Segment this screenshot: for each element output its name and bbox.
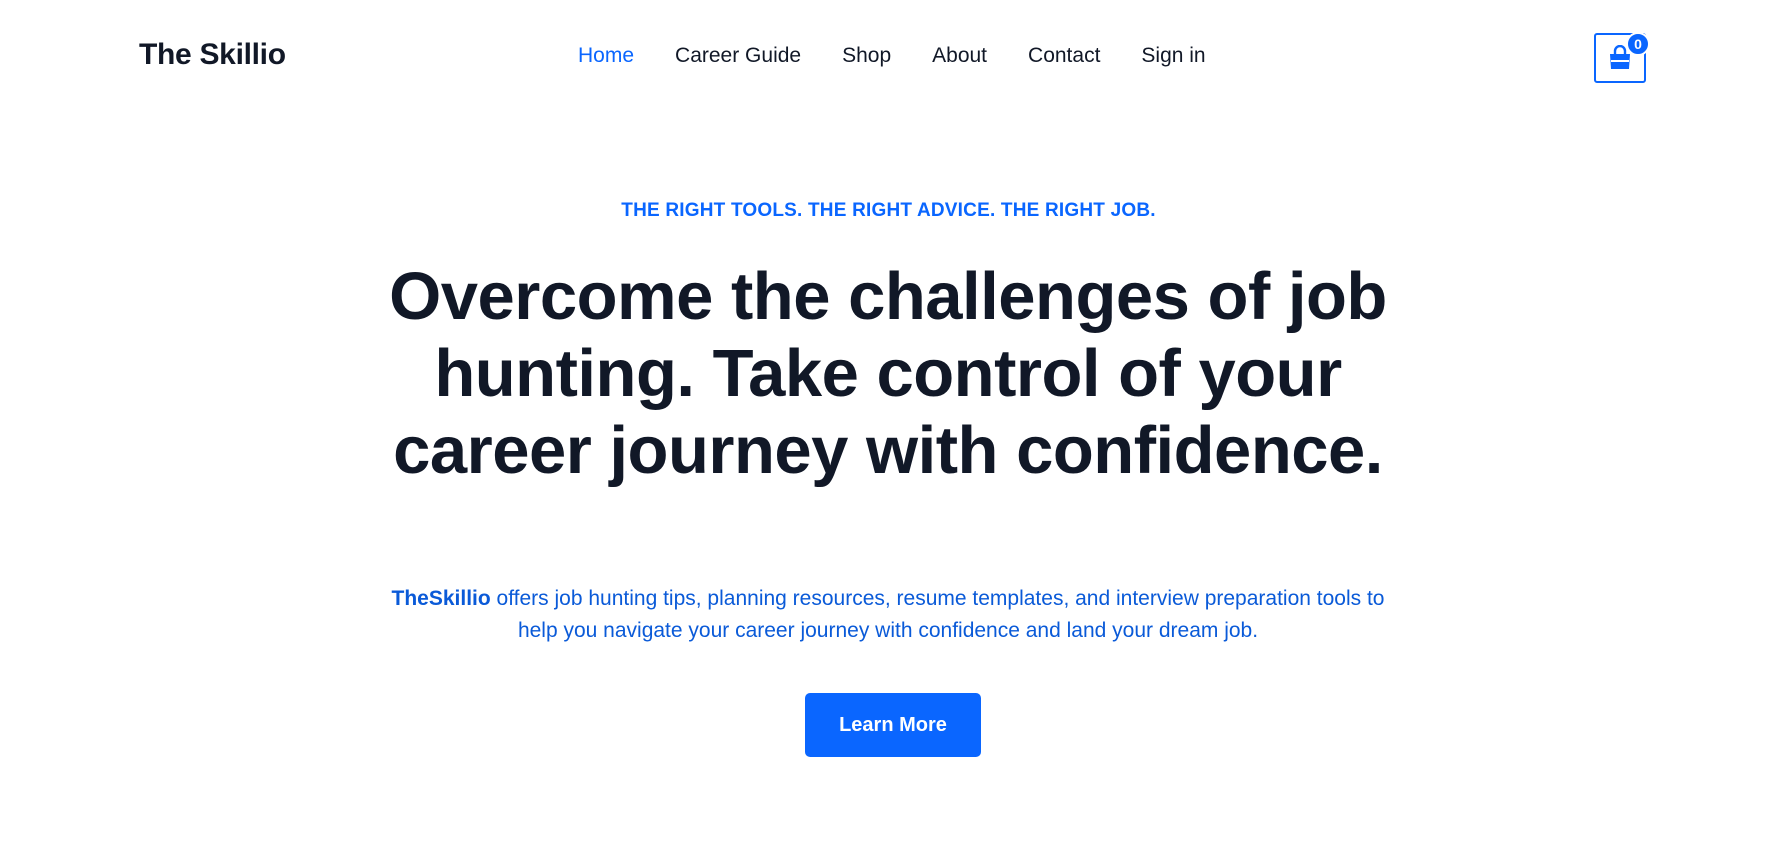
description-brand: TheSkillio bbox=[391, 587, 491, 610]
hero-eyebrow: THE RIGHT TOOLS. THE RIGHT ADVICE. THE R… bbox=[621, 200, 1156, 221]
site-logo[interactable]: The Skillio bbox=[139, 38, 286, 72]
nav-item-career-guide[interactable]: Career Guide bbox=[675, 44, 801, 68]
nav-item-shop[interactable]: Shop bbox=[842, 44, 891, 68]
page: The Skillio Home Career Guide Shop About… bbox=[0, 0, 1777, 848]
description-text: offers job hunting tips, planning resour… bbox=[490, 587, 1385, 642]
cart-button[interactable]: 0 bbox=[1594, 32, 1650, 83]
cart-count-badge: 0 bbox=[1626, 32, 1650, 56]
nav-item-sign-in[interactable]: Sign in bbox=[1141, 44, 1205, 68]
nav-item-contact[interactable]: Contact bbox=[1028, 44, 1100, 68]
hero-headline: Overcome the challenges of job hunting. … bbox=[389, 259, 1387, 488]
nav-item-about[interactable]: About bbox=[932, 44, 987, 68]
learn-more-button[interactable]: Learn More bbox=[805, 693, 981, 757]
site-header: The Skillio Home Career Guide Shop About… bbox=[0, 0, 1777, 116]
hero-description: TheSkillio offers job hunting tips, plan… bbox=[388, 583, 1388, 647]
main-nav: Home Career Guide Shop About Contact Sig… bbox=[578, 44, 1206, 68]
nav-item-home[interactable]: Home bbox=[578, 44, 634, 68]
